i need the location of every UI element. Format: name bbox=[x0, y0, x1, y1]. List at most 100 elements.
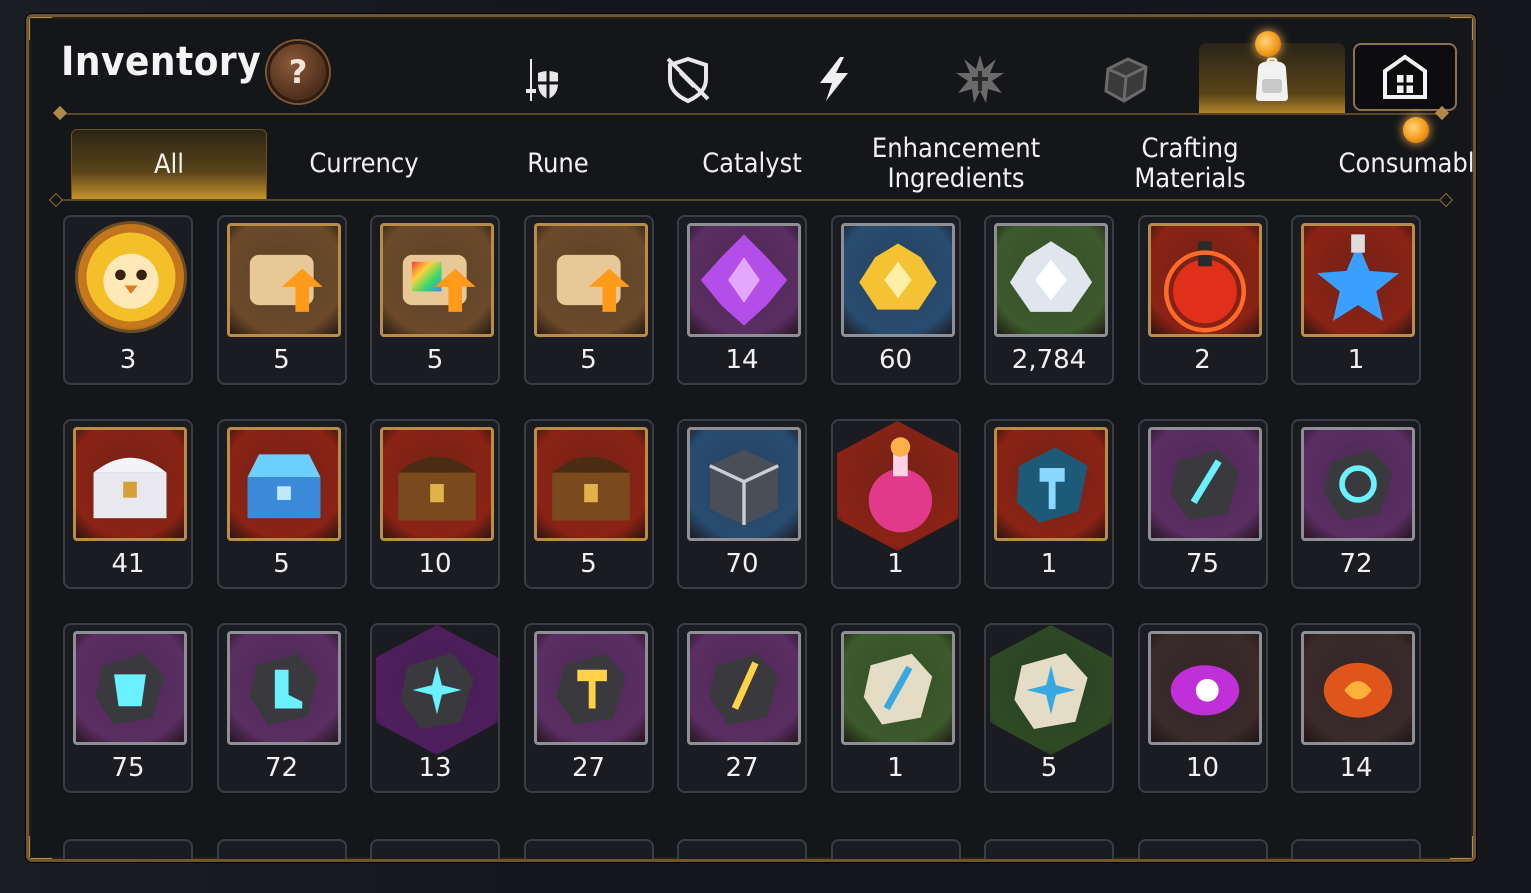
corner-ornament bbox=[29, 17, 52, 40]
item-slot[interactable]: 10 bbox=[1137, 623, 1268, 793]
item-slot-partial[interactable] bbox=[63, 839, 193, 859]
item-count: 75 bbox=[111, 753, 145, 783]
item-count: 2 bbox=[1194, 345, 1211, 375]
item-count: 14 bbox=[725, 345, 759, 375]
star-potion-icon bbox=[1301, 223, 1415, 337]
item-slot[interactable]: 10 bbox=[370, 419, 500, 589]
item-slot[interactable]: 27 bbox=[523, 623, 654, 793]
item-slot[interactable]: 13 bbox=[370, 623, 500, 793]
item-slot[interactable]: 5 bbox=[216, 419, 347, 589]
armor-rune-icon bbox=[73, 631, 187, 745]
tab-crafting-materials[interactable]: Crafting Materials bbox=[1063, 129, 1317, 199]
equipment-icon bbox=[526, 59, 558, 101]
item-slot[interactable]: 2 bbox=[1137, 215, 1268, 385]
item-count: 27 bbox=[571, 753, 606, 783]
item-slot[interactable]: 5 bbox=[370, 215, 500, 385]
item-slot[interactable]: 1 bbox=[1291, 215, 1421, 385]
swirl-rune-icon bbox=[1301, 427, 1415, 541]
stone-sword-rune-icon bbox=[840, 631, 955, 745]
sub-tab-bar: All Currency Rune Catalyst Enhancement I… bbox=[71, 117, 1473, 200]
scroll-up-icon bbox=[226, 223, 341, 337]
item-count: 3 bbox=[119, 345, 137, 375]
item-slot[interactable]: 72 bbox=[216, 623, 347, 793]
wooden-chest-icon bbox=[533, 427, 648, 541]
item-grid-next-row bbox=[63, 839, 1433, 859]
tab-burst[interactable] bbox=[907, 43, 1053, 115]
item-slot-partial[interactable] bbox=[523, 839, 654, 859]
item-count: 10 bbox=[418, 549, 452, 579]
pink-potion-icon bbox=[836, 421, 959, 551]
item-count: 27 bbox=[725, 753, 759, 783]
tab-enhancement-ingredients[interactable]: Enhancement Ingredients bbox=[849, 129, 1063, 199]
backpack-icon bbox=[1256, 57, 1288, 101]
tab-catalyst[interactable]: Catalyst bbox=[655, 129, 849, 199]
item-count: 72 bbox=[1339, 549, 1373, 579]
item-slot[interactable]: 70 bbox=[677, 419, 807, 589]
rainbow-scroll-icon bbox=[380, 223, 494, 337]
item-slot[interactable]: 2,784 bbox=[984, 215, 1114, 385]
item-count: 41 bbox=[111, 549, 145, 579]
item-slot-partial[interactable] bbox=[1291, 839, 1421, 859]
category-tab-bar bbox=[469, 31, 1457, 115]
item-slot-partial[interactable] bbox=[370, 839, 500, 859]
star-rune-icon bbox=[376, 625, 498, 755]
item-slot[interactable]: 3 bbox=[63, 215, 193, 385]
divider bbox=[55, 199, 1447, 201]
tab-equipment[interactable] bbox=[469, 43, 615, 115]
red-potion-icon bbox=[1147, 223, 1262, 337]
item-count: 60 bbox=[878, 345, 913, 375]
item-slot[interactable]: 75 bbox=[63, 623, 193, 793]
gold-hammer-rune-icon bbox=[533, 631, 648, 745]
tab-materials[interactable] bbox=[1053, 43, 1199, 115]
item-slot[interactable]: 41 bbox=[63, 419, 193, 589]
gold-sword-rune-icon bbox=[687, 631, 801, 745]
item-count: 5 bbox=[1040, 753, 1058, 783]
item-slot[interactable]: 14 bbox=[1291, 623, 1421, 793]
stone-star-rune-icon bbox=[990, 625, 1112, 755]
notification-badge bbox=[1403, 117, 1429, 143]
silver-crystal-icon bbox=[994, 223, 1108, 337]
item-slot[interactable]: 5 bbox=[523, 419, 654, 589]
inventory-panel: Inventory ? All Currency Rune Catalyst E… bbox=[26, 14, 1476, 862]
tab-skills[interactable] bbox=[761, 43, 907, 115]
item-count: 5 bbox=[580, 549, 597, 579]
item-slot[interactable]: 75 bbox=[1137, 419, 1268, 589]
item-slot-partial[interactable] bbox=[830, 839, 961, 859]
chick-coin-icon bbox=[75, 221, 187, 333]
dark-chest-icon bbox=[687, 427, 801, 541]
page-title: Inventory bbox=[61, 39, 262, 85]
tab-consumable[interactable]: Consumable bbox=[1317, 117, 1473, 199]
item-count: 1 bbox=[1040, 549, 1058, 579]
item-slot[interactable]: 60 bbox=[830, 215, 961, 385]
item-slot[interactable]: 1 bbox=[830, 419, 961, 589]
item-slot-partial[interactable] bbox=[1137, 839, 1268, 859]
gold-crystal-icon bbox=[840, 223, 955, 337]
item-slot[interactable]: 72 bbox=[1291, 419, 1421, 589]
lightning-icon bbox=[820, 57, 848, 101]
help-button[interactable]: ? bbox=[267, 41, 329, 103]
orange-gem-icon bbox=[1301, 631, 1415, 745]
item-slot[interactable]: 5 bbox=[523, 215, 654, 385]
item-count: 10 bbox=[1185, 753, 1220, 783]
tab-inventory[interactable] bbox=[1199, 31, 1345, 115]
item-slot-partial[interactable] bbox=[677, 839, 807, 859]
item-count: 1 bbox=[1347, 345, 1365, 375]
tab-guild[interactable] bbox=[1353, 43, 1457, 111]
item-slot-partial[interactable] bbox=[984, 839, 1114, 859]
tab-rune[interactable]: Rune bbox=[461, 129, 655, 199]
item-count: 5 bbox=[426, 345, 444, 375]
tab-defense[interactable] bbox=[615, 43, 761, 115]
item-slot[interactable]: 1 bbox=[830, 623, 961, 793]
item-slot[interactable]: 5 bbox=[984, 623, 1114, 793]
item-slot[interactable]: 27 bbox=[677, 623, 807, 793]
broken-shield-icon bbox=[666, 56, 710, 104]
item-slot[interactable]: 1 bbox=[984, 419, 1114, 589]
tab-currency[interactable]: Currency bbox=[267, 129, 461, 199]
item-count: 1 bbox=[887, 753, 904, 783]
item-slot-partial[interactable] bbox=[216, 839, 347, 859]
item-count: 13 bbox=[418, 753, 452, 783]
tab-all[interactable]: All bbox=[71, 129, 267, 200]
divider bbox=[59, 113, 1443, 115]
item-slot[interactable]: 5 bbox=[216, 215, 347, 385]
item-slot[interactable]: 14 bbox=[677, 215, 807, 385]
